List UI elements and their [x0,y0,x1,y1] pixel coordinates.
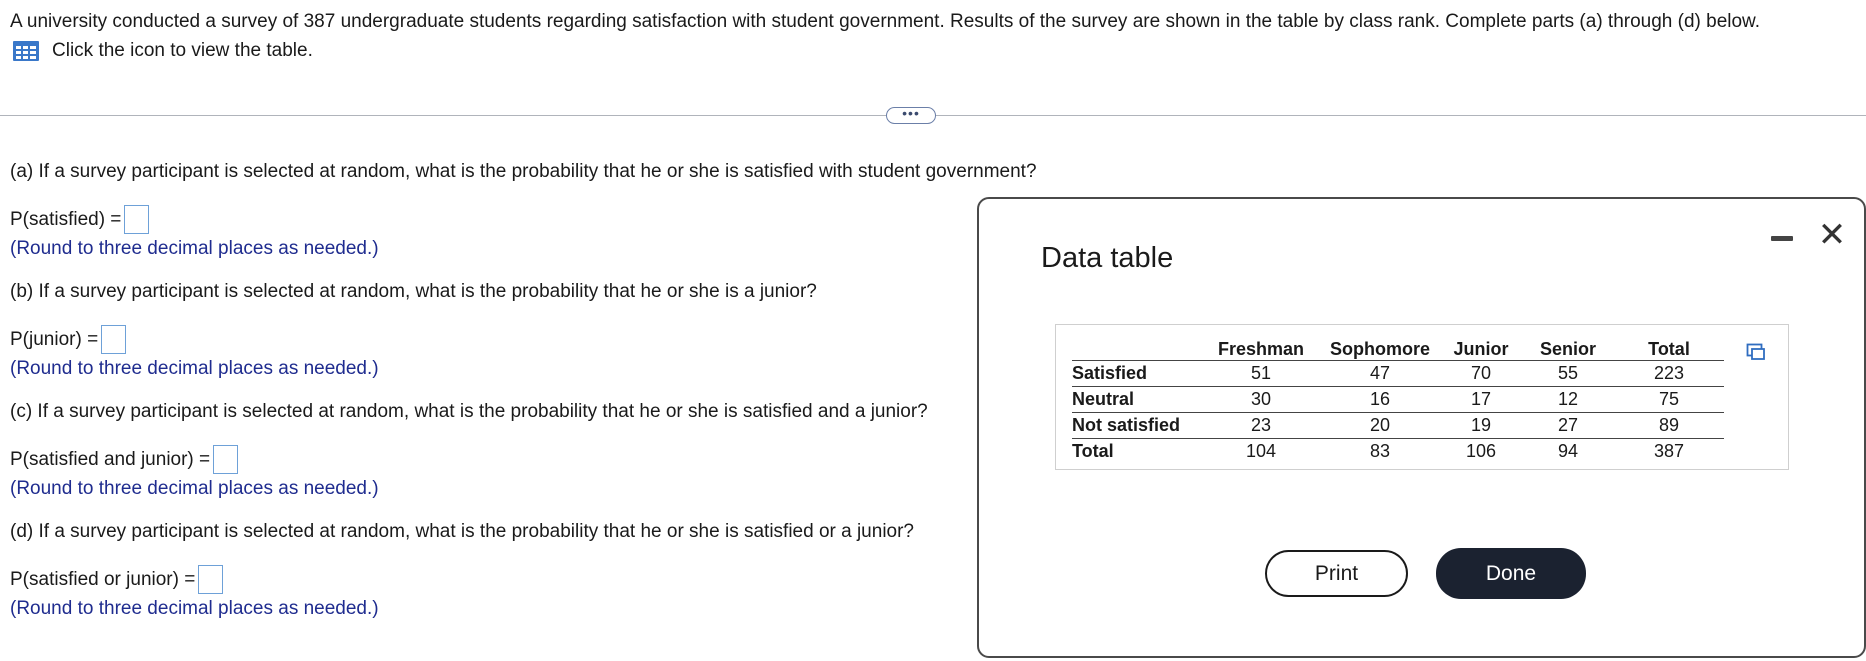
data-table: Freshman Sophomore Junior Senior Total S… [1072,335,1724,464]
page: A university conducted a survey of 387 u… [0,0,1866,661]
table-cell: 12 [1522,385,1614,412]
table-cell: 23 [1202,411,1320,438]
question-d-answer: P(satisfied or junior) = [10,565,224,594]
dialog-title: Data table [1041,242,1174,274]
close-icon[interactable]: ✕ [1817,218,1847,252]
column-header: Total [1648,338,1690,359]
row-label: Not satisfied [1072,411,1202,438]
intro-text: A university conducted a survey of 387 u… [10,11,1761,32]
minimize-icon[interactable] [1771,234,1793,242]
column-header: Sophomore [1329,338,1430,359]
table-cell: 55 [1522,359,1614,386]
question-c-answer-input[interactable] [213,445,239,474]
table-cell: 16 [1320,385,1440,412]
table-cell: 223 [1614,359,1724,386]
question-c-hint: (Round to three decimal places as needed… [10,478,379,499]
data-table-dialog: Data table ✕ Freshman Sophomore Junior S… [977,197,1866,658]
row-label: Neutral [1072,385,1202,412]
row-label: Satisfied [1072,359,1202,386]
data-table-container: Freshman Sophomore Junior Senior Total S… [1055,324,1789,470]
table-cell: 51 [1202,359,1320,386]
table-cell: 17 [1440,385,1522,412]
grid-table-icon[interactable] [12,40,40,62]
question-b-prompt: (b) If a survey participant is selected … [10,281,817,302]
question-a-answer: P(satisfied) = [10,205,150,234]
column-header [1072,335,1202,360]
print-button[interactable]: Print [1265,550,1408,597]
done-button[interactable]: Done [1436,548,1586,599]
question-b-answer-label: P(junior) = [10,328,99,350]
column-header: Freshman [1217,338,1305,359]
table-header-row: Freshman Sophomore Junior Senior Total [1072,335,1724,360]
question-a-answer-label: P(satisfied) = [10,208,122,230]
expand-button[interactable]: ••• [886,106,936,124]
table-row: Total 104 83 106 94 387 [1072,437,1724,464]
view-table-link[interactable]: Click the icon to view the table. [12,40,313,62]
table-cell: 104 [1202,437,1320,464]
question-c-answer-label: P(satisfied and junior) = [10,448,211,470]
question-b-hint: (Round to three decimal places as needed… [10,358,379,379]
question-a-answer-input[interactable] [124,205,150,234]
table-cell: 387 [1614,437,1724,464]
question-b-answer-input[interactable] [101,325,127,354]
table-cell: 106 [1440,437,1522,464]
table-cell: 27 [1522,411,1614,438]
column-header: Junior [1453,338,1509,359]
table-cell: 70 [1440,359,1522,386]
row-label: Total [1072,437,1202,464]
question-a-prompt: (a) If a survey participant is selected … [10,161,1037,182]
table-cell: 20 [1320,411,1440,438]
table-row: Neutral 30 16 17 12 75 [1072,385,1724,412]
column-header: Senior [1539,338,1596,359]
table-cell: 89 [1614,411,1724,438]
question-d-prompt: (d) If a survey participant is selected … [10,521,915,542]
question-b-answer: P(junior) = [10,325,127,354]
table-cell: 30 [1202,385,1320,412]
table-cell: 75 [1614,385,1724,412]
table-cell: 19 [1440,411,1522,438]
question-d-answer-input[interactable] [198,565,224,594]
view-table-link-text[interactable]: Click the icon to view the table. [52,40,313,62]
question-c-prompt: (c) If a survey participant is selected … [10,401,928,422]
copy-table-icon[interactable] [1746,343,1766,361]
question-a-hint: (Round to three decimal places as needed… [10,238,379,259]
table-row: Satisfied 51 47 70 55 223 [1072,359,1724,386]
table-cell: 94 [1522,437,1614,464]
question-d-hint: (Round to three decimal places as needed… [10,598,379,619]
table-row: Not satisfied 23 20 19 27 89 [1072,411,1724,438]
question-d-answer-label: P(satisfied or junior) = [10,568,196,590]
table-cell: 83 [1320,437,1440,464]
table-cell: 47 [1320,359,1440,386]
question-c-answer: P(satisfied and junior) = [10,445,239,474]
